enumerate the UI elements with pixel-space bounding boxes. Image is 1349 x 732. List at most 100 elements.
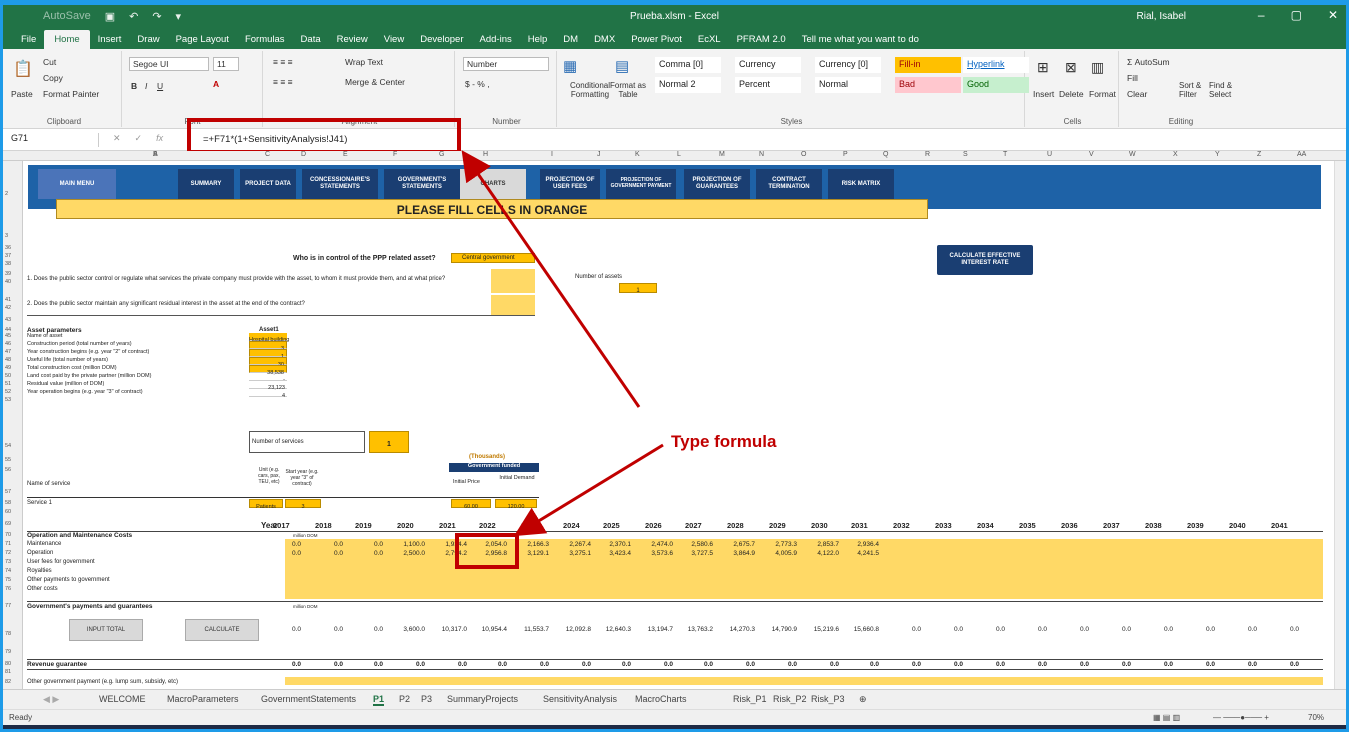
sheet-tab-p2[interactable]: P2 [399, 694, 410, 704]
menu-data[interactable]: Data [293, 34, 329, 49]
row-header[interactable]: 3 [5, 233, 8, 239]
operation-value[interactable]: 4,241.5 [843, 550, 879, 557]
guarantees-button[interactable]: PROJECTION OF GUARANTEES [684, 169, 750, 199]
conditional-formatting-icon[interactable]: ▦ [563, 57, 577, 75]
asset-param-cell[interactable]: 30 [249, 357, 287, 368]
summary-button[interactable]: SUMMARY [178, 169, 234, 199]
find-select-button[interactable]: Find & Select [1209, 81, 1245, 99]
column-header-z[interactable]: Z [1257, 151, 1261, 158]
cancel-icon[interactable]: ✕ [113, 133, 121, 144]
row-header[interactable]: 49 [5, 365, 11, 371]
column-header-n[interactable]: N [759, 151, 764, 158]
input-total-button[interactable]: INPUT TOTAL [69, 619, 143, 641]
service-unit-cell[interactable]: Patients [249, 499, 283, 510]
maintenance-value[interactable]: 2,773.3 [761, 541, 797, 548]
merge-center-button[interactable]: Merge & Center [345, 77, 405, 87]
row-header[interactable]: 57 [5, 489, 11, 495]
cell-style-comma-0-[interactable]: Comma [0] [655, 57, 721, 73]
cell-style-currency[interactable]: Currency [735, 57, 801, 73]
align-top-icon[interactable]: ≡ ≡ ≡ [273, 57, 293, 67]
cut-button[interactable]: Cut [43, 57, 56, 67]
column-header-r[interactable]: R [925, 151, 930, 158]
control-answer-cell[interactable]: Central government [451, 253, 535, 263]
column-header-v[interactable]: V [1089, 151, 1094, 158]
row-header[interactable]: 80 [5, 661, 11, 667]
operation-value[interactable]: 2,500.0 [389, 550, 425, 557]
delete-button[interactable]: Delete [1059, 89, 1084, 99]
row-header[interactable]: 47 [5, 349, 11, 355]
operation-value[interactable]: 3,275.1 [555, 550, 591, 557]
row-header[interactable]: 69 [5, 521, 11, 527]
autosum-button[interactable]: Σ AutoSum [1127, 57, 1170, 67]
maintenance-value[interactable]: 2,580.6 [677, 541, 713, 548]
contract-termination-button[interactable]: CONTRACT TERMINATION [756, 169, 822, 199]
sheet-tab-summaryprojects[interactable]: SummaryProjects [447, 694, 518, 704]
delete-cells-icon[interactable]: ⊠ [1065, 59, 1077, 76]
menu-file[interactable]: File [13, 34, 44, 49]
asset-param-cell[interactable]: 3 [249, 341, 287, 352]
government-payment-button[interactable]: PROJECTION OF GOVERNMENT PAYMENT [606, 169, 676, 199]
italic-button[interactable]: I [145, 81, 147, 91]
maintenance-value[interactable]: 2,853.7 [803, 541, 839, 548]
user-name[interactable]: Rial, Isabel [1137, 11, 1186, 22]
column-header-b[interactable]: B [153, 151, 158, 158]
column-header-l[interactable]: L [677, 151, 681, 158]
operation-value[interactable]: 0.0 [265, 550, 301, 557]
project-data-button[interactable]: PROJECT DATA [240, 169, 296, 199]
row-header[interactable]: 74 [5, 568, 11, 574]
other-gov-payment-input[interactable] [285, 677, 1323, 685]
asset-param-cell[interactable]: Hospital building [249, 333, 289, 343]
enter-icon[interactable]: ✓ [135, 133, 143, 144]
menu-draw[interactable]: Draw [129, 34, 167, 49]
clear-button[interactable]: Clear [1127, 89, 1147, 99]
fx-icon[interactable]: fx [156, 133, 163, 144]
bold-button[interactable]: B [131, 81, 137, 91]
column-header-i[interactable]: I [551, 151, 553, 158]
column-header-g[interactable]: G [439, 151, 444, 158]
initial-demand-cell[interactable]: 120.00 [495, 499, 537, 510]
user-fees-button[interactable]: PROJECTION OF USER FEES [540, 169, 600, 199]
row-header[interactable]: 36 [5, 245, 11, 251]
sheet-tab-p1[interactable]: P1 [373, 694, 385, 706]
cell-style-percent[interactable]: Percent [735, 77, 801, 93]
row-header[interactable]: 56 [5, 467, 11, 473]
row-header[interactable]: 82 [5, 679, 11, 685]
initial-price-cell[interactable]: 60.00 [451, 499, 491, 510]
row-header[interactable]: 45 [5, 333, 11, 339]
align-left-icon[interactable]: ≡ ≡ ≡ [273, 77, 293, 87]
row-header[interactable]: 81 [5, 669, 11, 675]
cell-style-good[interactable]: Good [963, 77, 1029, 93]
menu-tell-me-what-you-want-to-do[interactable]: Tell me what you want to do [794, 34, 927, 49]
om-input-area[interactable] [285, 539, 1323, 599]
font-size-select[interactable]: 11 [213, 57, 239, 71]
close-icon[interactable]: ✕ [1328, 8, 1338, 22]
maintenance-value[interactable]: 2,370.1 [595, 541, 631, 548]
column-header-u[interactable]: U [1047, 151, 1052, 158]
format-button[interactable]: Format [1089, 89, 1116, 99]
column-header-k[interactable]: K [635, 151, 640, 158]
asset-param-cell[interactable]: 1 [249, 349, 287, 360]
row-header[interactable]: 48 [5, 357, 11, 363]
row-header[interactable]: 79 [5, 649, 11, 655]
zoom-level[interactable]: 70% [1308, 713, 1324, 722]
menu-add-ins[interactable]: Add-ins [472, 34, 520, 49]
menu-dmx[interactable]: DMX [586, 34, 623, 49]
operation-value[interactable]: 4,122.0 [803, 550, 839, 557]
cell-style-normal[interactable]: Normal [815, 77, 881, 93]
column-header-x[interactable]: X [1173, 151, 1178, 158]
sheet-tab-macroparameters[interactable]: MacroParameters [167, 694, 239, 704]
sheet-tab-risk-p1[interactable]: Risk_P1 [733, 694, 767, 704]
row-header[interactable]: 2 [5, 191, 8, 197]
paste-icon[interactable]: 📋 [13, 59, 33, 79]
row-header[interactable]: 41 [5, 297, 11, 303]
maintenance-value[interactable]: 0.0 [265, 541, 301, 548]
maintenance-value[interactable]: 2,675.7 [719, 541, 755, 548]
column-header-t[interactable]: T [1003, 151, 1007, 158]
calculate-effective-rate-button[interactable]: CALCULATE EFFECTIVE INTEREST RATE [937, 245, 1033, 275]
calculate-button[interactable]: CALCULATE [185, 619, 259, 641]
insert-button[interactable]: Insert [1033, 89, 1054, 99]
question-1-answer-cell[interactable] [491, 269, 535, 293]
column-header-c[interactable]: C [265, 151, 270, 158]
font-family-select[interactable]: Segoe UI [129, 57, 209, 71]
cell-style-hyperlink[interactable]: Hyperlink [963, 57, 1029, 73]
